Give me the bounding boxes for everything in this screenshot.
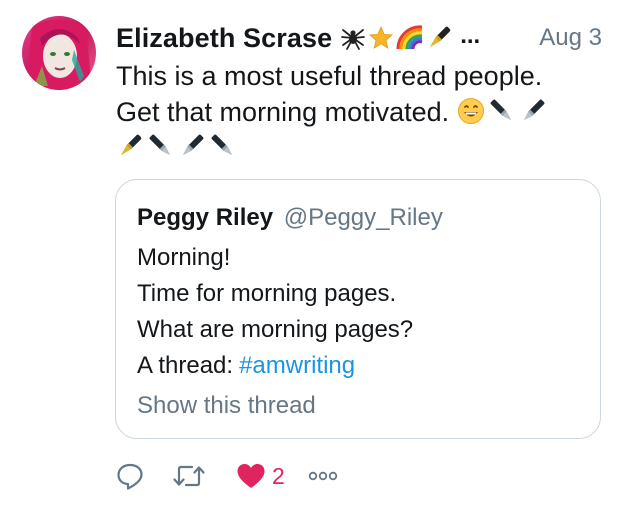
quoted-line: Time for morning pages. <box>137 280 397 307</box>
retweet-button[interactable] <box>172 462 236 490</box>
spider-icon <box>341 29 366 50</box>
tweet-text-line-2: Get that morning motivated. <box>116 97 450 127</box>
pen-icon <box>149 134 171 156</box>
author-name[interactable]: Elizabeth Scrase <box>116 23 332 54</box>
retweet-icon <box>173 465 205 487</box>
reply-button[interactable] <box>116 462 172 490</box>
pen-icon <box>523 99 545 121</box>
reply-icon <box>117 463 143 490</box>
avatar[interactable] <box>22 16 96 90</box>
emoji-row-2 <box>116 132 596 160</box>
like-count: 2 <box>272 462 285 489</box>
quoted-line: What are morning pages? <box>137 316 414 343</box>
more-button[interactable] <box>308 469 338 483</box>
thread-prefix: A thread: <box>137 352 234 379</box>
tweet-date[interactable]: Aug 3 <box>539 24 602 52</box>
star-icon <box>369 25 394 49</box>
hashtag-link[interactable]: #amwriting <box>239 352 355 379</box>
name-ellipsis: ... <box>460 22 481 49</box>
like-button[interactable]: 2 <box>236 462 308 490</box>
tweet-text-line-2-wrap: Get that morning motivated. <box>116 94 596 130</box>
heart-icon <box>237 464 265 488</box>
fountain-pen-icon <box>430 26 451 48</box>
pen-icon <box>211 134 233 156</box>
more-icon <box>308 471 338 481</box>
quoted-tweet-header: Peggy Riley @Peggy_Riley <box>137 204 443 232</box>
tweet-actions: 2 <box>116 456 338 496</box>
tweet: Elizabeth Scrase ... Aug 3 This is a mos… <box>0 0 628 510</box>
quoted-tweet[interactable]: Peggy Riley @Peggy_Riley Morning! Time f… <box>115 179 601 439</box>
name-emojis <box>340 25 452 51</box>
rainbow-icon <box>396 25 423 50</box>
tweet-header: Elizabeth Scrase ... Aug 3 <box>116 18 604 58</box>
quoted-line: Morning! <box>137 244 231 271</box>
quoted-author-handle: @Peggy_Riley <box>283 204 443 231</box>
tweet-body: This is a most useful thread people. Get… <box>116 58 596 160</box>
tweet-text-line-1: This is a most useful thread people. <box>116 61 543 91</box>
quoted-tweet-text: Morning! Time for morning pages. What ar… <box>137 240 413 384</box>
quoted-author-name: Peggy Riley <box>137 204 274 231</box>
fountain-pen-icon <box>120 134 142 156</box>
pen-icon <box>490 99 512 121</box>
emoji-row-1 <box>457 97 547 125</box>
show-thread-link[interactable]: Show this thread <box>137 392 316 420</box>
grinning-face-icon <box>458 97 485 124</box>
pen-icon <box>182 134 204 156</box>
quoted-thread-line: A thread: #amwriting <box>137 348 413 384</box>
